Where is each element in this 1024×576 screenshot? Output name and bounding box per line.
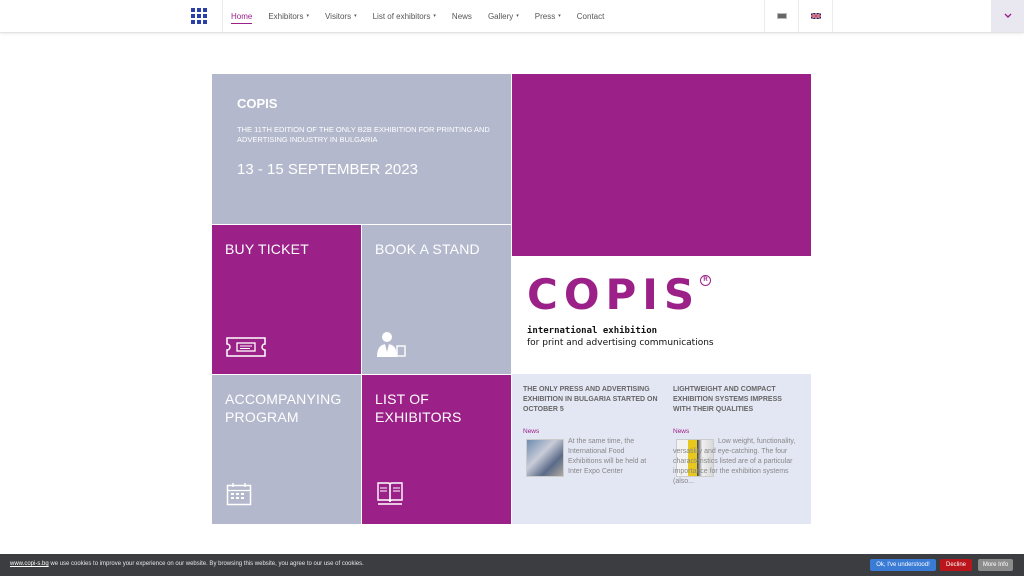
news-excerpt-1: At the same time, the International Food…	[568, 438, 647, 475]
news-category-1[interactable]: News	[523, 428, 539, 435]
news-excerpt-2: Low weight, functionality, versatility a…	[673, 438, 796, 485]
list-line-1: LIST OF	[375, 391, 430, 407]
cookie-text: we use cookies to improve your experienc…	[48, 561, 364, 567]
chevron-down-icon	[1004, 13, 1011, 18]
caret-down-icon: ▾	[306, 13, 309, 19]
list-line-2: EXHIBITORS	[375, 409, 462, 425]
bulgarian-flag-icon[interactable]	[777, 13, 787, 19]
hero-banner-image	[512, 74, 811, 256]
uk-flag-icon[interactable]	[811, 13, 821, 19]
calendar-icon	[226, 483, 252, 506]
cookie-consent-bar: www.copi-s.bg we use cookies to improve …	[0, 554, 1024, 576]
caret-down-icon: ▾	[354, 13, 357, 19]
exhibitor-person-icon	[377, 332, 406, 357]
nav-divider	[832, 0, 833, 32]
news-title-1[interactable]: THE ONLY PRESS AND ADVERTISING EXHIBITIO…	[523, 385, 658, 415]
copis-tagline-1: international exhibition	[527, 326, 658, 336]
nav-divider	[798, 0, 799, 32]
nav-item-exhibitors[interactable]: Exhibitors ▾	[268, 0, 309, 32]
nav-item-press[interactable]: Press ▾	[535, 0, 561, 32]
caret-down-icon: ▾	[516, 13, 519, 19]
cookie-accept-button[interactable]: Ok, I've understood!	[870, 559, 936, 571]
hero-date: 13 - 15 SEPTEMBER 2023	[237, 161, 418, 178]
hero-subtitle: THE 11TH EDITION OF THE ONLY B2B EXHIBIT…	[237, 125, 490, 144]
book-stand-label: BOOK A STAND	[375, 241, 480, 257]
nav-item-list-of-exhibitors[interactable]: List of exhibitors ▾	[373, 0, 436, 32]
nav-item-home[interactable]: Home	[231, 0, 253, 32]
registered-mark-icon: R	[700, 275, 711, 286]
collapse-toggle-button[interactable]	[991, 0, 1024, 32]
accompanying-program-label: ACCOMPANYING PROGRAM	[225, 390, 342, 426]
nav-item-news[interactable]: News	[452, 0, 472, 32]
news-title-2[interactable]: LIGHTWEIGHT AND COMPACT EXHIBITION SYSTE…	[673, 385, 801, 415]
top-navbar: Home Exhibitors ▾ Visitors ▾ List of exhib…	[0, 0, 1024, 33]
cookie-decline-button[interactable]: Decline	[940, 559, 972, 571]
news-category-2[interactable]: News	[673, 428, 689, 435]
copis-logo-wordmark: COPIS	[527, 270, 701, 319]
accompanying-line-1: ACCOMPANYING	[225, 391, 342, 407]
copis-tagline-2: for print and advertising communications	[527, 338, 714, 348]
nav-divider	[222, 0, 223, 32]
nav-item-contact[interactable]: Contact	[577, 0, 605, 32]
cookie-more-info-button[interactable]: More Info	[978, 559, 1013, 571]
nav-divider	[764, 0, 765, 32]
buy-ticket-label: BUY TICKET	[225, 241, 309, 257]
accompanying-line-2: PROGRAM	[225, 409, 299, 425]
nav-item-gallery[interactable]: Gallery ▾	[488, 0, 519, 32]
ticket-icon	[226, 337, 266, 357]
catalog-book-icon	[377, 482, 403, 505]
caret-down-icon: ▾	[558, 13, 561, 19]
caret-down-icon: ▾	[433, 13, 436, 19]
cookie-site-link[interactable]: www.copi-s.bg	[10, 561, 49, 567]
main-menu: Home Exhibitors ▾ Visitors ▾ List of exhib…	[231, 0, 620, 32]
news-thumbnail-1[interactable]	[526, 439, 564, 477]
site-logo-grid-icon[interactable]	[191, 8, 207, 24]
hero-title: COPIS	[237, 96, 278, 111]
list-of-exhibitors-label: LIST OF EXHIBITORS	[375, 390, 462, 426]
nav-item-visitors[interactable]: Visitors ▾	[325, 0, 357, 32]
cookie-message: www.copi-s.bg we use cookies to improve …	[10, 561, 364, 567]
